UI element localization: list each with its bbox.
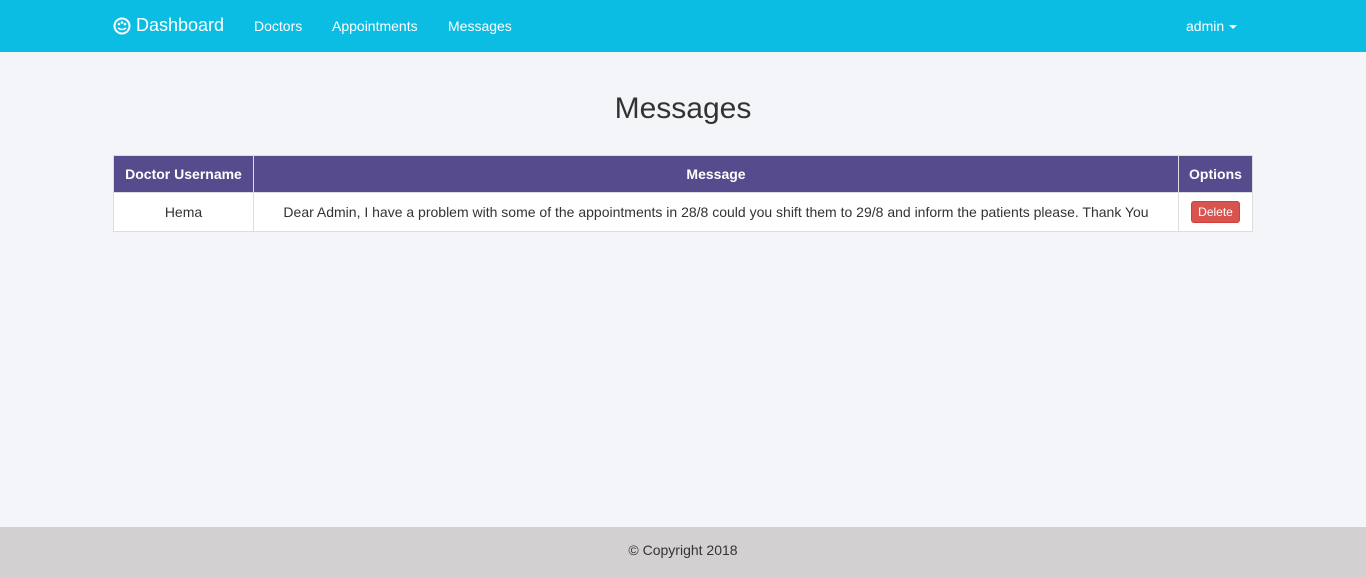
header-doctor: Doctor Username: [113, 155, 254, 193]
header-options: Options: [1178, 155, 1253, 193]
header-message: Message: [253, 155, 1179, 193]
messages-table: Doctor Username Message Options Hema Dea…: [113, 155, 1253, 232]
delete-button[interactable]: Delete: [1191, 201, 1240, 223]
user-name: admin: [1186, 18, 1225, 34]
table-row: Hema Dear Admin, I have a problem with s…: [113, 192, 1253, 232]
footer: © Copyright 2018: [0, 527, 1366, 577]
brand-link[interactable]: Dashboard: [113, 15, 224, 36]
dashboard-icon: [113, 17, 131, 34]
caret-down-icon: [1229, 25, 1238, 30]
page-title: Messages: [614, 92, 752, 125]
brand-label: Dashboard: [136, 15, 225, 35]
nav-appointments[interactable]: Appointments: [332, 18, 418, 34]
nav-doctors[interactable]: Doctors: [254, 18, 302, 34]
nav-messages[interactable]: Messages: [448, 18, 512, 34]
doctor-username: Hema: [113, 192, 254, 232]
user-menu[interactable]: admin: [1186, 18, 1238, 34]
message-text: Dear Admin, I have a problem with some o…: [253, 192, 1179, 232]
navbar: Dashboard Doctors Appointments Messages …: [0, 0, 1366, 52]
